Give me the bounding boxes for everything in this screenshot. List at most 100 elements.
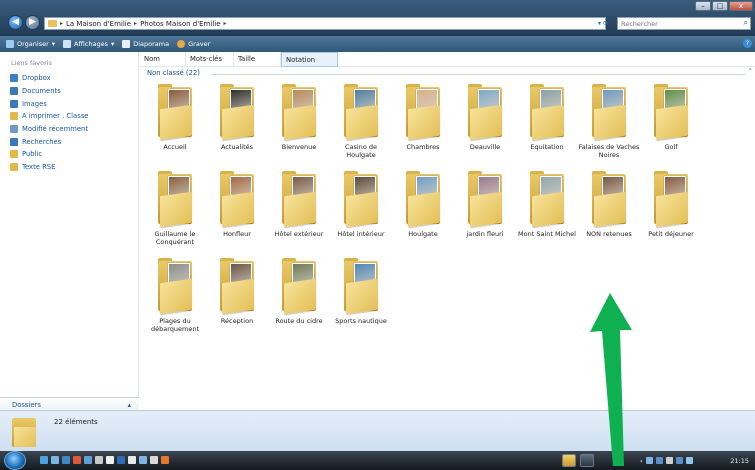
folder-item[interactable]: Bienvenue [268, 80, 330, 167]
search-input[interactable] [618, 18, 736, 29]
chevron-up-icon[interactable]: ˄ [749, 68, 753, 76]
folder-thumbnail-icon [277, 81, 321, 141]
volume-icon[interactable] [685, 457, 693, 464]
sidebar-item-label: Images [22, 99, 47, 108]
folder-item[interactable]: Sports nautique [330, 254, 392, 341]
folder-thumbnail-icon [649, 81, 693, 141]
search-box[interactable]: ⌕ [617, 17, 751, 30]
folder-thumbnail-icon [215, 255, 259, 315]
tray-icon[interactable] [645, 457, 653, 464]
document-icon[interactable] [106, 456, 114, 464]
sidebar-item[interactable]: Modifié récemment [10, 123, 88, 136]
explorer-task-button[interactable] [562, 454, 576, 467]
breadcrumb-item[interactable]: La Maison d'Emilie [66, 20, 131, 28]
burn-label: Graver [188, 40, 211, 48]
folder-thumbnail-icon [277, 255, 321, 315]
chevron-left-icon[interactable]: ‹ [640, 457, 643, 465]
breadcrumb-item[interactable]: Photos Maison d'Emilie [140, 20, 220, 28]
app-icon[interactable] [62, 456, 70, 464]
folder-thumbnail-icon [153, 81, 197, 141]
back-button[interactable]: ◀ [8, 15, 23, 30]
folder-item[interactable]: Equitation [516, 80, 578, 167]
folder-item[interactable]: Mont Saint Michel [516, 167, 578, 254]
folder-thumbnail-icon [339, 168, 383, 228]
sidebar-item[interactable]: Texte RSE [10, 161, 88, 174]
help-icon[interactable]: ? [743, 39, 752, 48]
word-icon[interactable] [117, 456, 125, 464]
sidebar-item[interactable]: Dropbox [10, 72, 88, 85]
folder-thumbnail-icon [277, 168, 321, 228]
app-icon[interactable] [139, 456, 147, 464]
folder-item[interactable]: Hôtel intérieur [330, 167, 392, 254]
folder-name: Casino de Houlgate [344, 143, 377, 159]
column-header-tags[interactable]: Mots-clés [186, 52, 234, 67]
folder-name: Réception [220, 317, 254, 325]
folder-thumbnail-icon [525, 81, 569, 141]
folder-name: Sports nautique [335, 317, 387, 325]
organize-button[interactable]: Organiser ▾ [6, 40, 55, 48]
folder-item[interactable]: jardin fleuri [454, 167, 516, 254]
sidebar-item[interactable]: Public [10, 148, 88, 161]
app-icon[interactable] [161, 456, 169, 464]
folder-grid: Accueil Actualités Bienvenue Casino de Houl… [144, 80, 744, 341]
sidebar-item[interactable]: Images [10, 97, 88, 110]
views-button[interactable]: Affichages ▾ [63, 40, 114, 48]
folder-item[interactable]: Route du cidre [268, 254, 330, 341]
folder-thumbnail-icon [587, 81, 631, 141]
burn-button[interactable]: Graver [177, 40, 210, 48]
folders-toggle[interactable]: Dossiers ▴ [0, 397, 139, 411]
folder-item[interactable]: Golf [640, 80, 702, 167]
folder-item[interactable]: Chambres [392, 80, 454, 167]
sidebar-item[interactable]: A imprimer . Classe [10, 110, 88, 123]
group-header[interactable]: Non classé (22) ˄ [147, 68, 753, 80]
chevron-right-icon[interactable]: ▸ [224, 20, 227, 27]
folder-name: Equitation [530, 143, 564, 151]
folder-thumbnail-icon [649, 168, 693, 228]
folder-item[interactable]: NON retenues [578, 167, 640, 254]
column-header-size[interactable]: Taille [234, 52, 281, 67]
tray-icon[interactable] [665, 457, 673, 464]
folder-item[interactable]: Casino de Houlgate [330, 80, 392, 167]
folder-name: NON retenues [586, 230, 632, 238]
ie-icon[interactable] [40, 456, 48, 464]
folder-item[interactable]: Actualités [206, 80, 268, 167]
folder-item[interactable]: Plages du débarquement [144, 254, 206, 341]
dropdown-arrow-icon[interactable]: ▾ [598, 20, 601, 27]
folder-item[interactable]: Falaises de Vaches Noires [578, 80, 640, 167]
network-icon[interactable] [675, 457, 683, 464]
folder-item[interactable]: Petit déjeuner [640, 167, 702, 254]
tray-icon[interactable] [655, 457, 663, 464]
refresh-icon[interactable]: ⟳ [603, 20, 608, 27]
address-bar[interactable]: ▸ La Maison d'Emilie ▸ Photos Maison d'E… [44, 17, 606, 30]
clock[interactable]: 21:15 [730, 457, 753, 465]
close-button[interactable]: x [729, 1, 753, 11]
minimize-button[interactable]: – [695, 1, 711, 11]
search-icon[interactable]: ⌕ [744, 18, 748, 28]
folder-item[interactable]: Guillaume le Conquérant [144, 167, 206, 254]
app-icon[interactable] [73, 456, 81, 464]
favorites-title: Liens favoris [11, 59, 52, 67]
sidebar-item-label: Recherches [22, 137, 62, 146]
app-icon[interactable] [84, 456, 92, 464]
sidebar-item[interactable]: Recherches [10, 135, 88, 148]
desktop-icon[interactable] [51, 456, 59, 464]
column-header-name[interactable]: Nom [140, 52, 186, 67]
folder-item[interactable]: Honfleur [206, 167, 268, 254]
folder-thumbnail-icon [215, 168, 259, 228]
column-header-rating[interactable]: Notation [281, 52, 338, 67]
start-button[interactable] [4, 451, 26, 470]
chevron-right-icon[interactable]: ▸ [134, 20, 137, 27]
folder-item[interactable]: Hôtel extérieur [268, 167, 330, 254]
folder-name: Route du cidre [275, 317, 323, 325]
folder-item[interactable]: Accueil [144, 80, 206, 167]
slideshow-button[interactable]: Diaporama [122, 40, 169, 48]
sidebar-item[interactable]: Documents [10, 85, 88, 98]
app-icon[interactable] [150, 456, 158, 464]
folder-item[interactable]: Houlgate [392, 167, 454, 254]
folder-item[interactable]: Deauville [454, 80, 516, 167]
app-icon[interactable] [95, 456, 103, 464]
maximize-button[interactable]: □ [712, 1, 728, 11]
forward-button[interactable]: ▶ [25, 15, 40, 30]
app-icon[interactable] [128, 456, 136, 464]
folder-item[interactable]: Réception [206, 254, 268, 341]
